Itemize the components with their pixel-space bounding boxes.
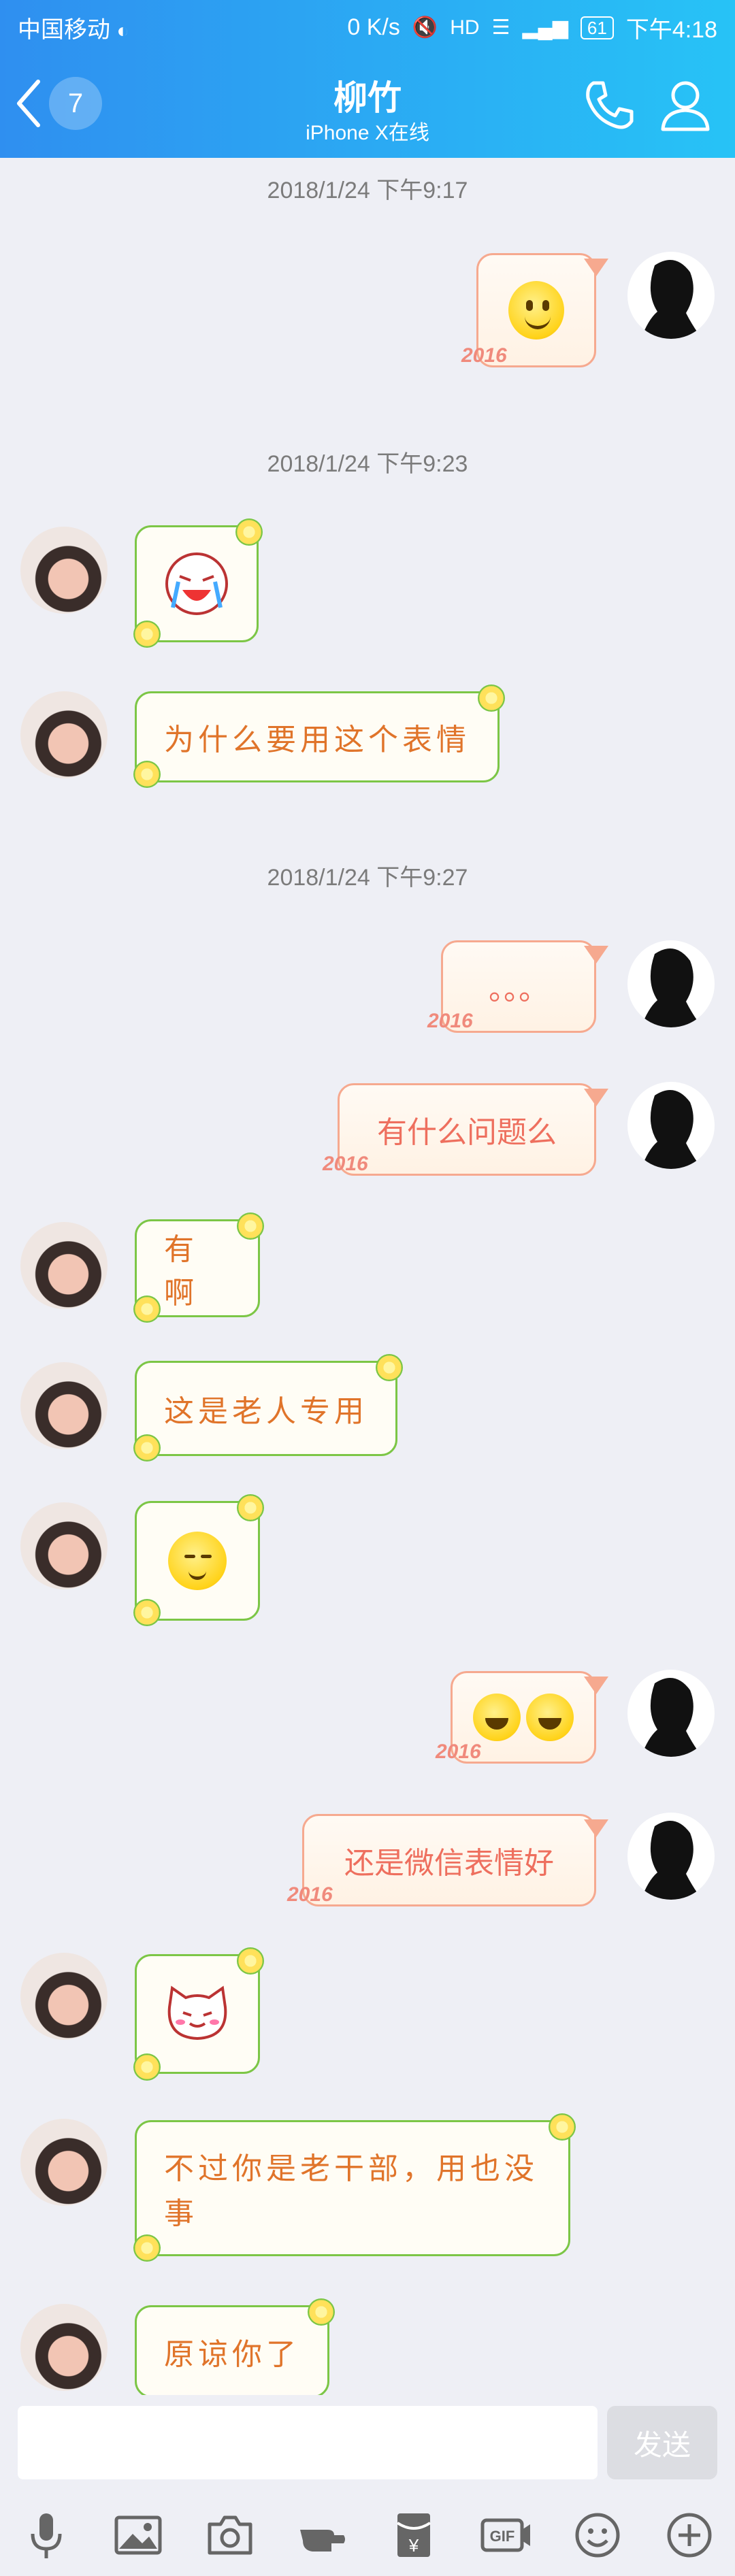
contact-avatar[interactable]	[20, 1222, 108, 1309]
message-text: 不过你是老干部，用也没事	[164, 2151, 538, 2231]
bubble-tail	[584, 946, 608, 963]
message-bubble-out[interactable]: 还是微信表情好	[302, 1814, 596, 1906]
yuan-label: ¥	[408, 2535, 419, 2556]
gif-label: GIF	[489, 2528, 514, 2545]
contact-avatar[interactable]	[20, 2119, 108, 2206]
message-bubble-out[interactable]: 有什么问题么	[338, 1083, 596, 1176]
contact-avatar[interactable]	[20, 1502, 108, 1589]
relieved-emoji-icon	[168, 1532, 227, 1590]
message-text: 这是老人专用	[164, 1394, 368, 1429]
flower-decoration	[237, 1947, 264, 1975]
message-bubble-in[interactable]: 不过你是老干部，用也没事	[135, 2120, 570, 2256]
message-text: 还是微信表情好	[344, 1847, 554, 1880]
poke-button[interactable]	[293, 2507, 350, 2564]
smile-emoji-icon	[508, 281, 564, 340]
red-packet-button[interactable]: ¥	[385, 2507, 442, 2564]
message-text: 原谅你了	[164, 2337, 300, 2372]
flower-decoration	[478, 684, 505, 712]
year-tag: 2016	[287, 1883, 333, 1906]
microphone-icon	[31, 2513, 61, 2558]
flower-decoration	[133, 761, 161, 788]
composer-toolbar: ¥ GIF	[0, 2501, 735, 2569]
battery-icon: 61	[580, 16, 614, 39]
crying-laugh-sticker-icon	[165, 552, 228, 615]
year-tag: 2016	[427, 1010, 473, 1032]
message-timestamp: 2018/1/24 下午9:23	[267, 451, 468, 477]
flower-decoration	[308, 2298, 335, 2326]
contact-avatar[interactable]	[20, 1953, 108, 2040]
wifi-icon: ☰	[491, 16, 510, 39]
smiley-icon	[575, 2513, 619, 2558]
phone-icon	[586, 81, 634, 129]
poke-hand-icon	[299, 2530, 345, 2552]
message-bubble-in[interactable]: 原谅你了	[135, 2305, 329, 2398]
flower-decoration	[133, 1434, 161, 1462]
cat-face-sticker-icon	[167, 1985, 227, 2041]
message-text: 有什么问题么	[377, 1116, 557, 1149]
year-tag: 2016	[461, 344, 507, 367]
bubble-tail	[584, 259, 608, 276]
message-timestamp: 2018/1/24 下午9:17	[267, 178, 468, 203]
tears-of-joy-emoji-icon	[526, 1694, 574, 1741]
flower-decoration	[237, 1212, 264, 1240]
clock: 下午4:18	[625, 17, 717, 43]
message-input[interactable]	[18, 2406, 598, 2479]
plus-circle-icon	[667, 2513, 711, 2558]
bubble-tail	[584, 1819, 608, 1837]
flower-decoration	[133, 1599, 161, 1626]
status-bar: 中国移动 ◐ 0 K/s 🔇 HD ☰ ▂▄▆ 61 下午4:18	[0, 0, 735, 49]
composer: 发送 ¥ GIF	[0, 2395, 735, 2576]
message-bubble-in[interactable]: 这是老人专用	[135, 1361, 397, 1456]
tears-of-joy-emoji-icon	[473, 1694, 521, 1741]
my-avatar[interactable]	[627, 940, 715, 1027]
message-bubble-in[interactable]: 为什么要用这个表情	[135, 691, 500, 782]
flower-decoration	[133, 2053, 161, 2081]
flower-decoration	[133, 2234, 161, 2262]
sync-icon: ◐	[116, 20, 129, 42]
mute-icon: 🔇	[412, 16, 438, 39]
user-icon	[661, 81, 710, 131]
flower-decoration	[549, 2113, 576, 2141]
message-timestamp: 2018/1/24 下午9:27	[267, 865, 468, 891]
year-tag: 2016	[323, 1153, 368, 1175]
photo-button[interactable]	[110, 2507, 167, 2564]
flower-decoration	[133, 1295, 161, 1323]
gif-button[interactable]: GIF	[477, 2507, 534, 2564]
my-avatar[interactable]	[627, 1670, 715, 1757]
carrier-label: 中国移动	[18, 17, 110, 43]
emoji-button[interactable]	[569, 2507, 626, 2564]
contact-avatar[interactable]	[20, 691, 108, 778]
network-speed: 0 K/s	[347, 14, 400, 40]
contact-avatar[interactable]	[20, 1362, 108, 1449]
camera-icon	[208, 2515, 252, 2555]
image-icon	[114, 2515, 161, 2555]
voice-button[interactable]	[18, 2507, 75, 2564]
bubble-tail	[584, 1089, 608, 1106]
gif-icon: GIF	[480, 2518, 530, 2552]
hd-icon: HD	[450, 16, 480, 39]
bubble-tail	[584, 1677, 608, 1694]
message-text: 有啊	[164, 1232, 198, 1310]
call-button[interactable]	[578, 75, 640, 136]
more-button[interactable]	[661, 2507, 718, 2564]
send-button[interactable]: 发送	[607, 2406, 717, 2479]
message-text: 为什么要用这个表情	[164, 723, 470, 757]
flower-decoration	[133, 621, 161, 648]
year-tag: 2016	[436, 1740, 481, 1763]
contact-avatar[interactable]	[20, 527, 108, 614]
contact-avatar[interactable]	[20, 2304, 108, 2391]
profile-button[interactable]	[655, 75, 716, 136]
signal-icon: ▂▄▆	[522, 16, 568, 39]
my-avatar[interactable]	[627, 1082, 715, 1169]
chat-header: 7 柳竹 iPhone X在线	[0, 49, 735, 158]
camera-button[interactable]	[201, 2507, 259, 2564]
flower-decoration	[235, 518, 263, 546]
my-avatar[interactable]	[627, 252, 715, 339]
flower-decoration	[376, 1354, 403, 1381]
flower-decoration	[237, 1494, 264, 1521]
red-packet-icon: ¥	[396, 2513, 431, 2557]
my-avatar[interactable]	[627, 1813, 715, 1900]
message-text: 。。。	[489, 973, 549, 1006]
